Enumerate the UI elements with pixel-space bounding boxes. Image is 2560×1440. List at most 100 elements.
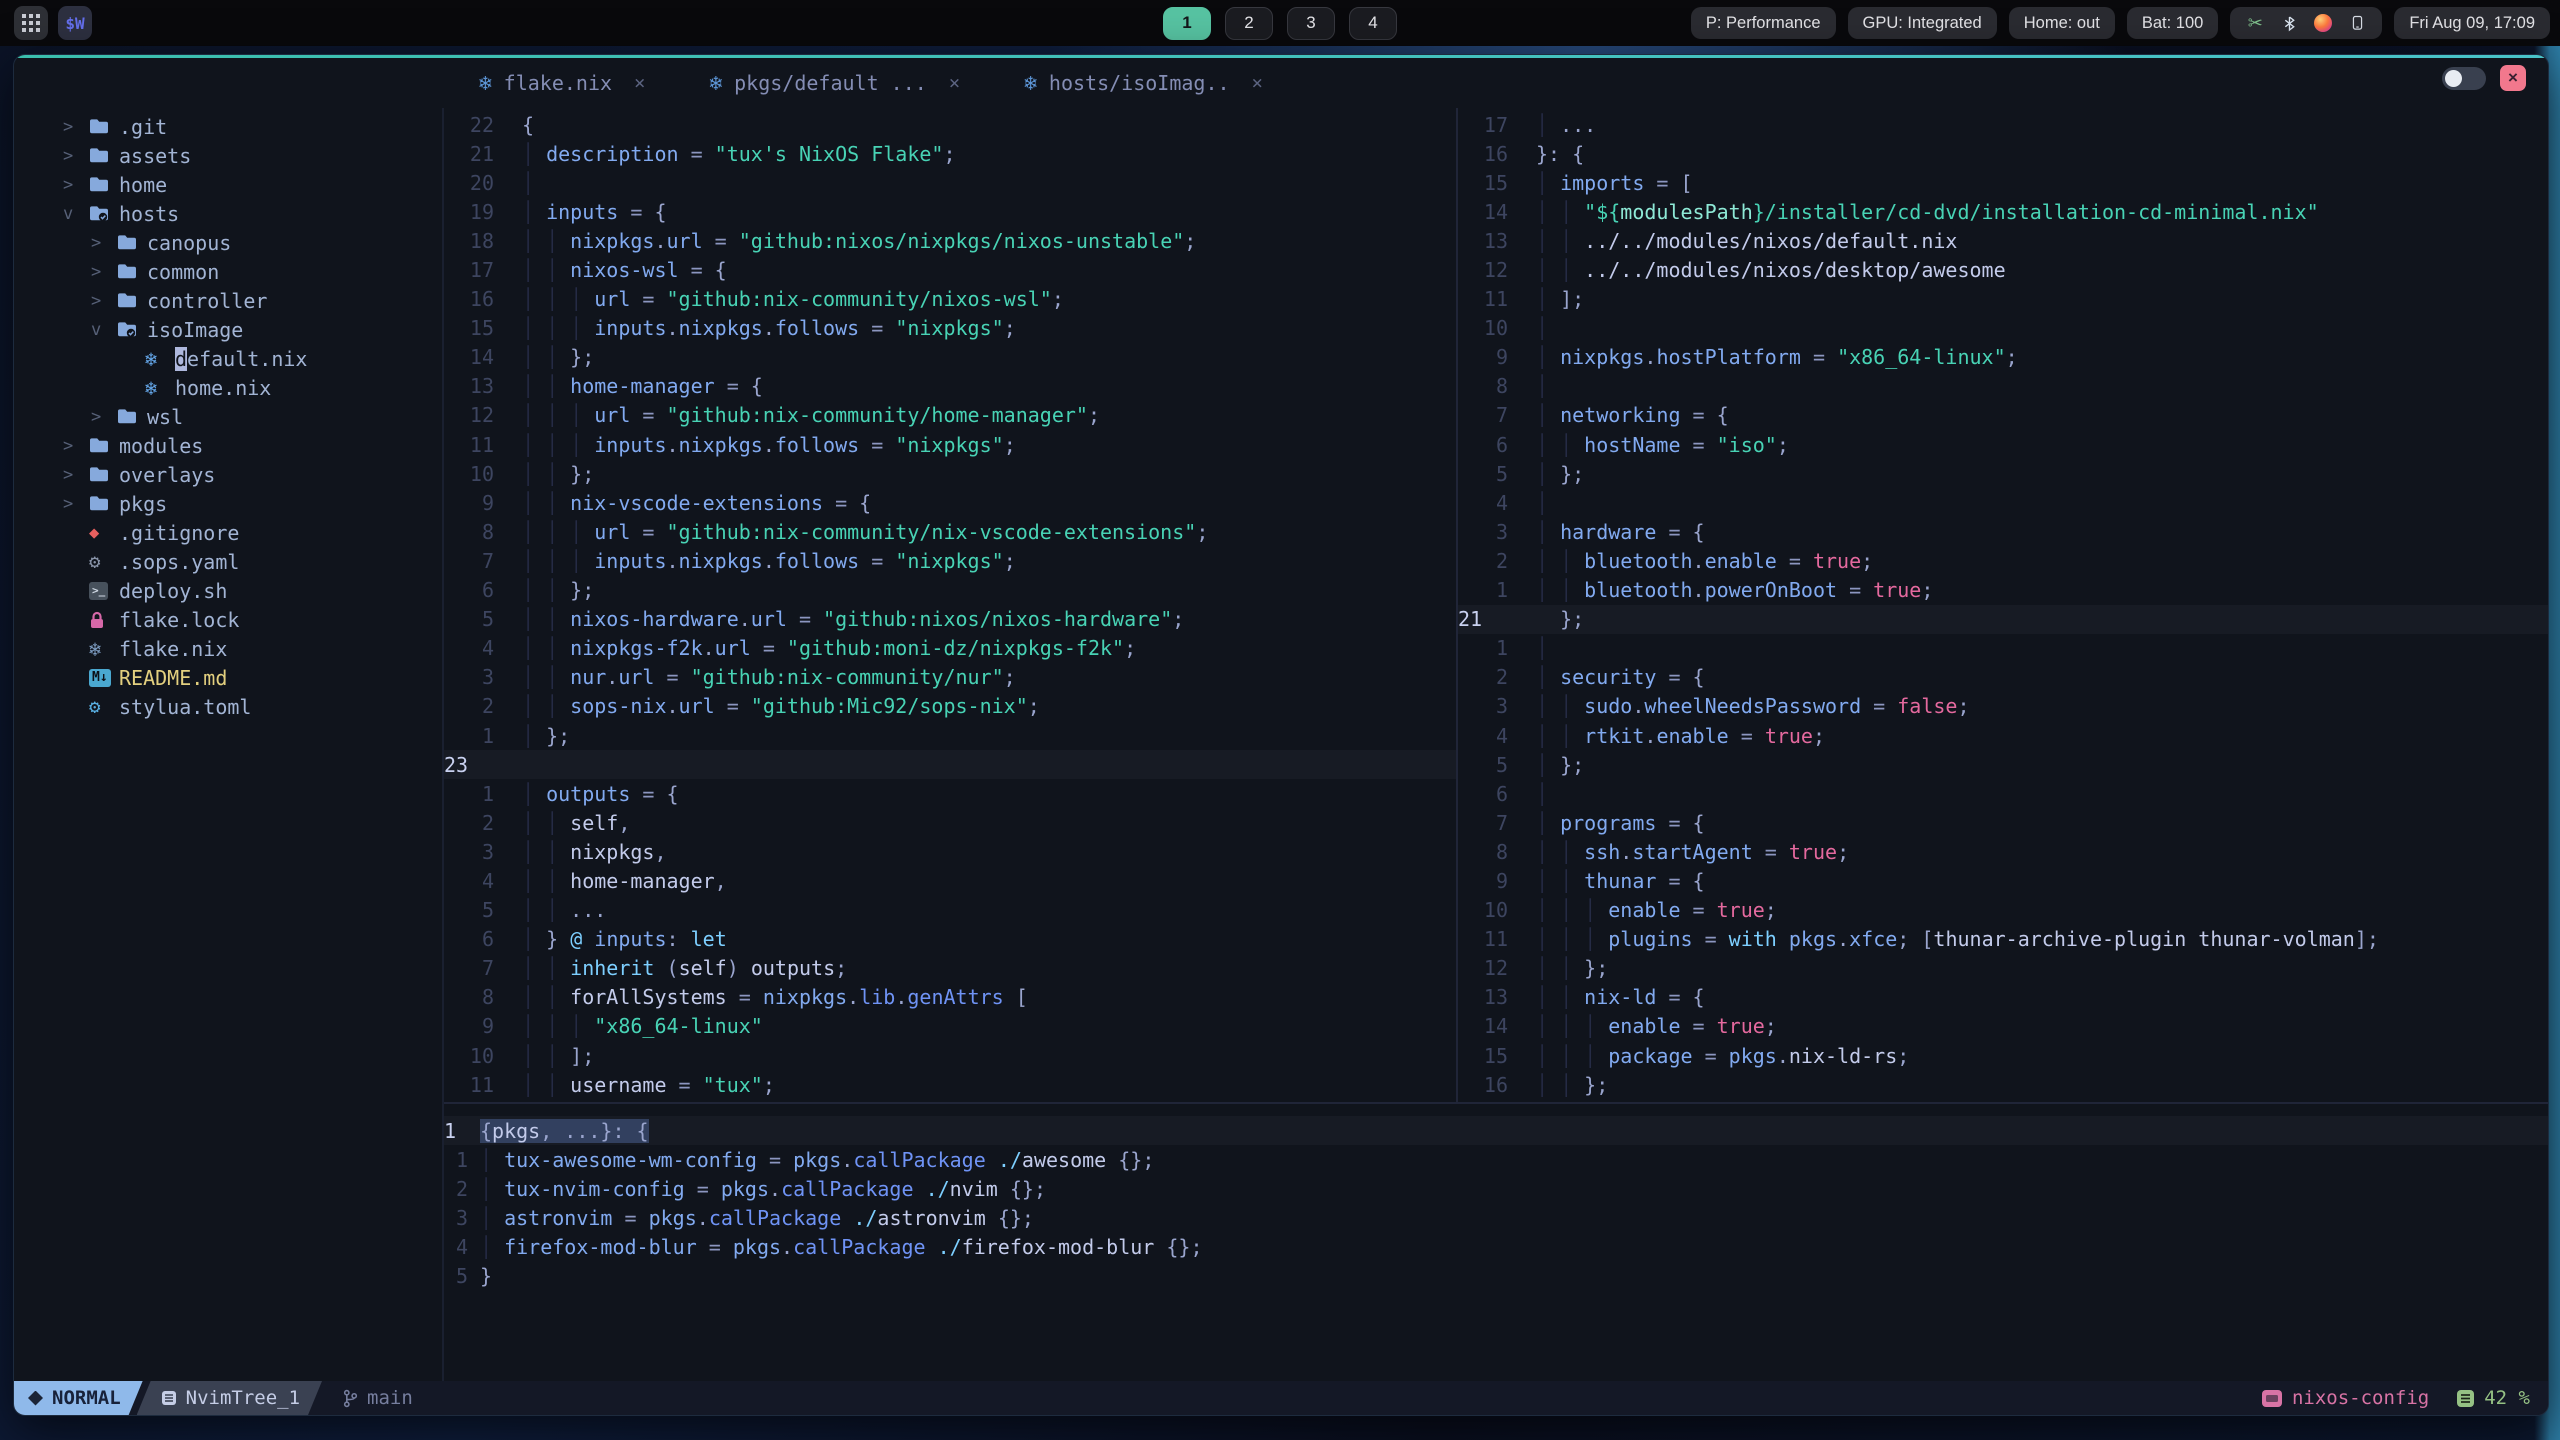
tree-item-wsl[interactable]: > wsl bbox=[14, 402, 442, 431]
line-number: 4 bbox=[1495, 490, 1508, 515]
tree-item-assets[interactable]: > assets bbox=[14, 141, 442, 170]
tab-flake-nix[interactable]: ❄ flake.nix × bbox=[479, 71, 645, 95]
tree-item-stylua-toml[interactable]: ⚙ stylua.toml bbox=[14, 692, 442, 721]
code-line: 21 │ description = "tux's NixOS Flake"; bbox=[444, 139, 1456, 168]
chevron-closed-icon[interactable]: > bbox=[63, 494, 89, 514]
workspace-button-1[interactable]: 1 bbox=[1163, 6, 1211, 40]
window-toggle[interactable] bbox=[2442, 66, 2486, 90]
close-icon: × bbox=[2508, 68, 2518, 87]
workspace-button-2[interactable]: 2 bbox=[1225, 6, 1273, 40]
line-number: 5 bbox=[1495, 461, 1508, 486]
code-line: 4 │ │ nixpkgs-f2k.url = "github:moni-dz/n… bbox=[444, 634, 1456, 663]
chevron-closed-icon[interactable]: > bbox=[63, 436, 89, 456]
tab-pkgs-default-[interactable]: ❄ pkgs/default ... × bbox=[709, 71, 960, 95]
tree-item-home[interactable]: > home bbox=[14, 170, 442, 199]
line-number: 15 bbox=[1483, 1043, 1508, 1068]
code-line: 10 │ │ │ enable = true; bbox=[1458, 896, 2548, 925]
tab-close-icon[interactable]: × bbox=[634, 72, 645, 94]
apps-grid-icon bbox=[22, 14, 40, 32]
tree-item-label: .git bbox=[119, 114, 168, 139]
tree-item-home-nix[interactable]: ❄ home.nix bbox=[14, 373, 442, 402]
bluetooth-icon[interactable] bbox=[2279, 13, 2299, 33]
tree-item-label: flake.lock bbox=[119, 607, 240, 632]
tree-item--git[interactable]: > .git bbox=[14, 112, 442, 141]
code-line: 14 │ │ }; bbox=[444, 343, 1456, 372]
editor-pane-flake-nix[interactable]: 22{21 │ description = "tux's NixOS Flake"… bbox=[444, 108, 1458, 1102]
line-number: 10 bbox=[469, 461, 494, 486]
editor-pane-pkgs-default[interactable]: 1 {pkgs, ...}: {1 │ tux-awesome-wm-config … bbox=[444, 1102, 2548, 1382]
tab-label: flake.nix bbox=[503, 71, 613, 95]
line-number: 17 bbox=[1483, 112, 1508, 137]
tree-item-hosts[interactable]: v hosts bbox=[14, 199, 442, 228]
file-tree[interactable]: > .git > assets > home v hosts > canopus > common > c… bbox=[14, 108, 444, 1381]
flame-icon[interactable] bbox=[2313, 13, 2333, 33]
line-number: 5 bbox=[1495, 752, 1508, 777]
tree-item-label: canopus bbox=[147, 230, 232, 255]
chevron-closed-icon[interactable]: > bbox=[91, 262, 117, 282]
line-number: 5 bbox=[455, 1264, 468, 1289]
code-line: 8 │ │ forAllSystems = nixpkgs.lib.genAttr… bbox=[444, 983, 1456, 1012]
line-number: 11 bbox=[1483, 287, 1508, 312]
window-close-button[interactable]: × bbox=[2500, 65, 2526, 91]
wm-logo-button[interactable]: $W bbox=[58, 6, 92, 40]
folder-icon bbox=[117, 292, 147, 309]
git-branch-icon bbox=[342, 1389, 359, 1408]
app-launcher-button[interactable] bbox=[14, 6, 48, 40]
workspace-button-4[interactable]: 4 bbox=[1349, 6, 1397, 40]
tree-item--sops-yaml[interactable]: ⚙ .sops.yaml bbox=[14, 547, 442, 576]
tree-item-flake-lock[interactable]: flake.lock bbox=[14, 605, 442, 634]
line-number: 4 bbox=[1495, 723, 1508, 748]
line-number: 14 bbox=[1483, 199, 1508, 224]
code-line: 5} bbox=[444, 1261, 2548, 1290]
line-number: 16 bbox=[1483, 1072, 1508, 1097]
tab-hosts-isoimag-[interactable]: ❄ hosts/isoImag.. × bbox=[1024, 71, 1263, 95]
tree-item-common[interactable]: > common bbox=[14, 257, 442, 286]
chevron-closed-icon[interactable]: > bbox=[91, 407, 117, 427]
tab-close-icon[interactable]: × bbox=[949, 72, 960, 94]
chevron-closed-icon[interactable]: > bbox=[91, 233, 117, 253]
folder-open-icon bbox=[117, 321, 147, 338]
code-line: 22{ bbox=[444, 110, 1456, 139]
line-number: 16 bbox=[1483, 141, 1508, 166]
chevron-open-icon[interactable]: v bbox=[91, 320, 117, 340]
tree-item-pkgs[interactable]: > pkgs bbox=[14, 489, 442, 518]
status-area: P: Performance GPU: Integrated Home: out Ba… bbox=[1690, 0, 2550, 46]
line-number: 8 bbox=[481, 519, 494, 544]
tree-item-readme-md[interactable]: M↓ README.md bbox=[14, 663, 442, 692]
tree-item-canopus[interactable]: > canopus bbox=[14, 228, 442, 257]
tree-item-label: wsl bbox=[147, 404, 184, 429]
tree-item-controller[interactable]: > controller bbox=[14, 286, 442, 315]
line-number: 8 bbox=[1495, 839, 1508, 864]
tree-item-isoimage[interactable]: v isoImage bbox=[14, 315, 442, 344]
tree-item-flake-nix[interactable]: ❄ flake.nix bbox=[14, 634, 442, 663]
chevron-closed-icon[interactable]: > bbox=[63, 117, 89, 137]
tab-close-icon[interactable]: × bbox=[1252, 72, 1263, 94]
tree-item-default-nix[interactable]: ❄ default.nix bbox=[14, 344, 442, 373]
chevron-closed-icon[interactable]: > bbox=[63, 175, 89, 195]
chevron-open-icon[interactable]: v bbox=[63, 204, 89, 224]
chevron-closed-icon[interactable]: > bbox=[91, 291, 117, 311]
scissors-icon[interactable]: ✂ bbox=[2245, 13, 2265, 33]
tray-pill[interactable]: ✂ bbox=[2230, 7, 2383, 39]
chevron-closed-icon[interactable]: > bbox=[63, 146, 89, 166]
line-number: 21 bbox=[469, 141, 494, 166]
chevron-closed-icon[interactable]: > bbox=[63, 465, 89, 485]
line-number: 11 bbox=[1483, 927, 1508, 952]
code-line: 2 │ security = { bbox=[1458, 663, 2548, 692]
phone-icon[interactable] bbox=[2347, 13, 2367, 33]
code-line: 1 │ }; bbox=[444, 721, 1456, 750]
line-number: 9 bbox=[481, 490, 494, 515]
editor-pane-iso-image[interactable]: 17 │ ... 16}: {15 │ imports = [14 │ │ "${mod… bbox=[1458, 108, 2548, 1102]
code-line: 12 │ │ │ url = "github:nix-community/home… bbox=[444, 401, 1456, 430]
tree-item-overlays[interactable]: > overlays bbox=[14, 460, 442, 489]
tree-item--gitignore[interactable]: ◆ .gitignore bbox=[14, 518, 442, 547]
tree-item-deploy-sh[interactable]: >_ deploy.sh bbox=[14, 576, 442, 605]
code-line: 2 │ │ self, bbox=[444, 808, 1456, 837]
tab-bar: ❄ flake.nix × ❄ pkgs/default ... × ❄ hosts/isoI… bbox=[14, 58, 2548, 108]
vim-icon bbox=[28, 1391, 43, 1406]
workspace-button-3[interactable]: 3 bbox=[1287, 6, 1335, 40]
tree-item-modules[interactable]: > modules bbox=[14, 431, 442, 460]
buffer-label: NvimTree_1 bbox=[185, 1387, 301, 1409]
line-number: 4 bbox=[481, 868, 494, 893]
code-line: 15 │ imports = [ bbox=[1458, 168, 2548, 197]
